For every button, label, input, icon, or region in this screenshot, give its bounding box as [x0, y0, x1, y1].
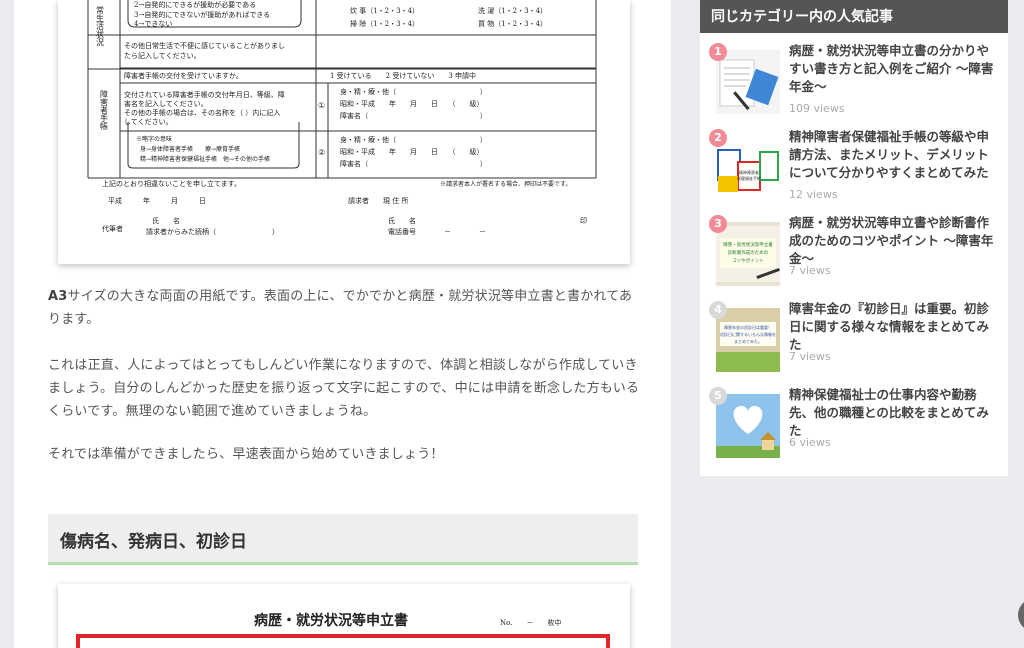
application-form-image: 常生活状況 2→自発的にできるが援助が必要である 3→自発的にできないが援助があ…	[58, 0, 630, 264]
form-option-4: 4→できない	[134, 20, 172, 28]
article-thumbnail[interactable]: 精神障害者 保健福祉手帳	[716, 136, 780, 200]
form-legend-2: 精→精神障害者保健福祉手帳 他→その他の手帳	[140, 155, 270, 163]
widget-title: 同じカテゴリー内の人気記事	[700, 0, 1008, 33]
calendar-thumbnail-icon: 障害年金の初診日は重要！ 初診日に関するいろんな情報を まとめてみた。	[716, 308, 780, 372]
view-count: 109 views	[789, 102, 845, 115]
form-scan-bottom: 病歴・就労状況等申立書 No. － 枚中	[76, 612, 610, 648]
form-option-2: 2→自発的にできるが援助が必要である	[134, 0, 256, 9]
article-thumbnail[interactable]: 障害・就労状況等申立書 診断書作成のための コツやポイント	[716, 222, 780, 286]
article-paragraph-1: A3サイズの大きな両面の用紙です。表面の上に、でかでかと病歴・就労状況等申立書と…	[48, 285, 640, 331]
view-count: 7 views	[789, 264, 831, 277]
article-thumbnail[interactable]	[716, 394, 780, 458]
form-footer-note: ※請求者本人が署名する場合、押印は不要です。	[440, 180, 571, 188]
paragraph-1-text: サイズの大きな両面の用紙です。表面の上に、でかでかと病歴・就労状況等申立書と書か…	[48, 289, 633, 327]
form-q-handbook: 障害者手帳の交付を受けていますか。	[124, 71, 243, 80]
form-date: 平成 年 月 日	[108, 196, 206, 205]
heart-cloud-house-icon	[716, 394, 780, 458]
view-count: 6 views	[789, 436, 831, 449]
form-no: No. － 枚中	[500, 618, 561, 627]
form-legend-0: ※略字の意味	[136, 135, 172, 143]
form-desc-4: してください。	[124, 118, 173, 126]
popular-article-3[interactable]: 3 障害・就労状況等申立書 診断書作成のための コツやポイント 病歴・就労状況等…	[700, 208, 1008, 288]
rank-badge: 5	[709, 387, 727, 405]
article-title-link[interactable]: 病歴・就労状況等申立書や診断書作成のためのコツやポイント 〜障害年金〜	[789, 214, 997, 268]
rank-badge: 3	[709, 215, 727, 233]
form-desc-3: その他の手帳の場合は、その名称を（ ）内に記入	[124, 108, 280, 117]
article-paragraph-2: これは正直、人によってはとってもしんどい作業になりますので、体調と相談しながら作…	[48, 358, 640, 419]
thumb-4-text-b: 初診日に関するいろんな情報を	[720, 331, 776, 337]
article-thumbnail[interactable]	[716, 50, 780, 114]
form-desc-1: 交付されている障害者手帳の交付年月日、等級、障	[124, 90, 285, 99]
article-title-link[interactable]: 精神保健福祉士の仕事内容や勤務先、他の職種との比較をまとめてみた	[789, 386, 997, 440]
popular-articles-widget: 同じカテゴリー内の人気記事 1 病歴・就労状況等申立書の分かりやすい書き方と記入…	[700, 0, 1008, 476]
rank-badge: 1	[709, 43, 727, 61]
section-heading: 傷病名、発病日、初診日	[48, 514, 638, 565]
form-circle-1: ①	[318, 101, 325, 110]
main-content: 常生活状況 2→自発的にできるが援助が必要である 3→自発的にできないが援助があ…	[14, 0, 671, 648]
form-row-c1: 障害名（ ）	[340, 111, 487, 120]
form-laundry: 洗 濯（1・2・3・4）	[478, 6, 547, 15]
document-thumbnail-icon	[716, 50, 780, 114]
form-phone: 電話番号 － －	[388, 227, 486, 236]
form-row-a1: 身・精・療・他（ ）	[340, 87, 487, 96]
form-footer-1: 上記のとおり相違ないことを申し立てます。	[102, 179, 241, 188]
thumb-3-text-b: 診断書作成のための	[728, 249, 769, 256]
form-a-handbook: 1 受けている 2 受けていない 3 申請中	[330, 71, 476, 80]
red-highlight-box	[76, 634, 610, 648]
form-row-a2: 身・精・療・他（ ）	[340, 135, 487, 144]
handbook-thumbnail-icon: 精神障害者 保健福祉手帳	[716, 136, 780, 200]
form-row-b1: 昭和・平成 年 月 日 （ 級）	[340, 99, 484, 108]
article-thumbnail[interactable]: 障害年金の初診日は重要！ 初診日に関するいろんな情報を まとめてみた。	[716, 308, 780, 372]
popular-article-5[interactable]: 5 精神保健福祉士の仕事内容や勤務先、他の職種との比較をまとめてみた 6 vie…	[700, 380, 1008, 460]
form-meal: 炊 事（1・2・3・4）	[350, 6, 419, 15]
side-label-daily: 常生活状況	[96, 6, 105, 47]
article-title-link[interactable]: 病歴・就労状況等申立書の分かりやすい書き方と記入例をご紹介 〜障害年金〜	[789, 42, 997, 96]
popular-article-4[interactable]: 4 障害年金の初診日は重要！ 初診日に関するいろんな情報を まとめてみた。 障害…	[700, 294, 1008, 374]
form-other-note-1: その他日常生活で不便に感じていることがありまし	[124, 41, 285, 50]
rank-badge: 2	[709, 129, 727, 147]
article-title-link[interactable]: 障害年金の『初診日』は重要。初診日に関する様々な情報をまとめてみた	[789, 300, 997, 354]
form-circle-2: ②	[318, 148, 325, 157]
a3-bold: A3	[48, 289, 68, 304]
thumb-2-text-a: 精神障害者	[739, 169, 759, 175]
form-row-c2: 障害名（ ）	[340, 159, 487, 168]
form-other-note-2: たら記入してください。	[124, 51, 201, 60]
form-name-1: 氏 名	[152, 216, 180, 225]
form-name-2: 氏 名	[388, 216, 416, 225]
popular-article-2[interactable]: 2 精神障害者 保健福祉手帳 精神障害者保健福祉手帳の等級や申請方法、またメリッ…	[700, 122, 1008, 202]
scroll-to-top-button[interactable]	[1018, 598, 1024, 632]
form-legend-1: 身→身体障害者手帳 療→療育手帳	[140, 145, 240, 153]
application-form-image-2: 病歴・就労状況等申立書 No. － 枚中	[58, 584, 630, 648]
pen-paper-thumbnail-icon: 障害・就労状況等申立書 診断書作成のための コツやポイント	[716, 222, 780, 286]
form-cleaning: 掃 除（1・2・3・4）	[350, 19, 419, 28]
form-title: 病歴・就労状況等申立書	[254, 612, 408, 629]
thumb-4-text-c: まとめてみた。	[734, 338, 762, 344]
article-paragraph-3: それでは準備ができましたら、早速表面から始めていきましょう！	[48, 447, 444, 462]
form-shopping: 買 物（1・2・3・4）	[478, 19, 547, 28]
rank-badge: 4	[709, 301, 727, 319]
thumb-4-text-a: 障害年金の初診日は重要！	[724, 324, 772, 330]
thumb-3-text-a: 障害・就労状況等申立書	[723, 241, 773, 248]
form-row-b2: 昭和・平成 年 月 日 （ 級）	[340, 147, 484, 156]
form-scan-top: 常生活状況 2→自発的にできるが援助が必要である 3→自発的にできないが援助があ…	[87, 0, 597, 236]
thumb-2-text-b: 保健福祉手帳	[737, 175, 761, 181]
form-claimant: 請求者 現 住 所	[348, 196, 408, 205]
form-option-3: 3→自発的にできないが援助があればできる	[134, 10, 270, 19]
thumb-3-text-c: コツやポイント	[732, 257, 764, 264]
popular-article-1[interactable]: 1 病歴・就労状況等申立書の分かりやすい書き方と記入例をご紹介 〜障害年金〜 1…	[700, 36, 1008, 116]
view-count: 12 views	[789, 188, 838, 201]
form-seal: 印	[580, 217, 587, 225]
form-relation: 請求者からみた続柄（ ）	[146, 227, 279, 236]
form-desc-2: 害名を記入してください。	[124, 99, 208, 108]
article-title-link[interactable]: 精神障害者保健福祉手帳の等級や申請方法、またメリット、デメリットについて分かりや…	[789, 128, 997, 182]
view-count: 7 views	[789, 350, 831, 363]
form-proxy: 代筆者	[102, 224, 123, 233]
side-label-handbook: 障害者手帳	[100, 89, 109, 131]
